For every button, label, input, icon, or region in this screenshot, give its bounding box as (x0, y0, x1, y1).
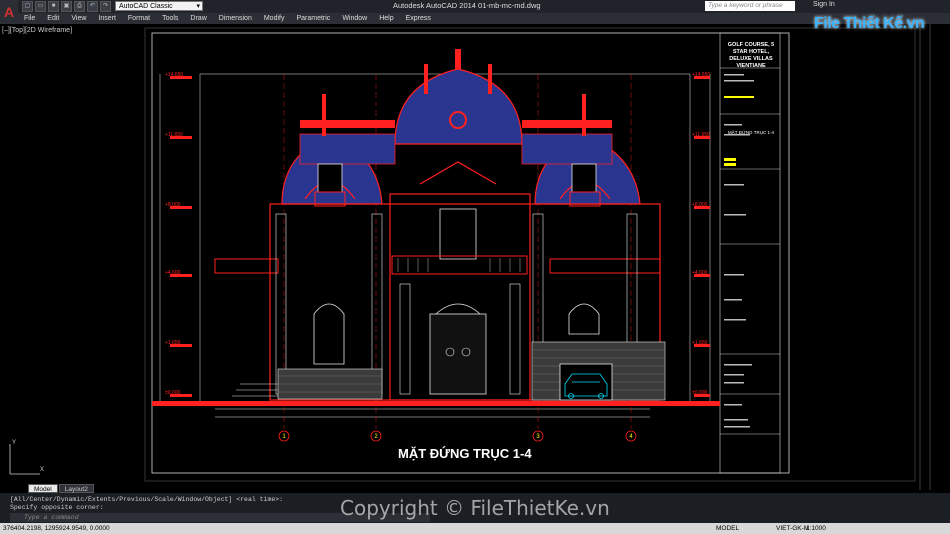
search-input[interactable]: Type a keyword or phrase (705, 1, 795, 11)
menu-view[interactable]: View (65, 13, 92, 24)
level-label: +11,650 (165, 132, 183, 138)
menu-modify[interactable]: Modify (258, 13, 291, 24)
drawing-title: MẶT ĐỨNG TRỤC 1-4 (398, 446, 532, 461)
axis-label: 1 (282, 434, 286, 440)
level-label: ±0,000 (692, 390, 708, 396)
status-bar: 376404.2198, 1295924.9549, 0.0000 MODEL … (0, 523, 950, 534)
level-label: +11,650 (692, 132, 710, 138)
workspace-dropdown[interactable]: AutoCAD Classic (115, 1, 203, 12)
command-history-line: [All/Center/Dynamic/Extents/Previous/Sca… (10, 496, 284, 503)
print-icon[interactable]: ⎙ (74, 1, 85, 12)
menu-format[interactable]: Format (122, 13, 156, 24)
level-label: +1,650 (692, 340, 708, 346)
watermark-logo: File Thiết Kế.vn (808, 13, 950, 43)
level-label: +14,650 (692, 72, 711, 78)
level-label: +4,600 (165, 270, 181, 276)
annotation-scale[interactable]: 1:1000 (806, 523, 826, 534)
title-block-project: GOLF COURSE, 5 STAR HOTEL, DELUXE VILLAS… (727, 42, 775, 69)
viewport-label[interactable]: [–][Top][2D Wireframe] (2, 27, 72, 34)
ucs-icon (9, 444, 40, 475)
level-label: +1,650 (165, 340, 181, 346)
coordinate-readout: 376404.2198, 1295924.9549, 0.0000 (3, 525, 110, 532)
axis-label: 3 (536, 434, 540, 440)
level-label: +8,000 (165, 202, 181, 208)
menu-dimension[interactable]: Dimension (213, 13, 258, 24)
menu-help[interactable]: Help (373, 13, 399, 24)
tab-model[interactable]: Model (28, 484, 58, 493)
workspace-status[interactable]: VIET-GK-M (776, 523, 809, 534)
title-block (719, 32, 781, 474)
level-labels-right: +14,650 +11,650 +8,000 +4,600 +1,650 ±0,… (692, 72, 720, 402)
svg-text:Y: Y (12, 440, 16, 446)
sign-in-button[interactable]: Sign In (813, 1, 835, 8)
level-label: ±0,000 (165, 390, 181, 396)
title-bar: ▢ ▭ ■ ▣ ⎙ ↶ ↷ AutoCAD Classic Autodesk A… (0, 0, 950, 13)
level-labels-left: +14,650 +11,650 +8,000 +4,600 +1,650 ±0,… (165, 72, 195, 402)
menu-file[interactable]: File (18, 13, 41, 24)
menu-edit[interactable]: Edit (41, 13, 65, 24)
ground-line (152, 401, 720, 406)
menu-insert[interactable]: Insert (92, 13, 122, 24)
drawing-canvas[interactable]: 1 2 3 4 Y X (0, 24, 950, 490)
menu-tools[interactable]: Tools (156, 13, 184, 24)
command-history-line: Specify opposite corner: (10, 504, 104, 511)
model-space-toggle[interactable]: MODEL (716, 523, 739, 534)
menu-draw[interactable]: Draw (184, 13, 212, 24)
save-icon[interactable]: ■ (48, 1, 59, 12)
axis-label: 2 (374, 434, 378, 440)
title-block-sheet: MẶT ĐỨNG TRỤC 1-4 (728, 130, 774, 135)
watermark-copyright: Copyright © FileThietKe.vn (340, 496, 610, 520)
layout-tabs: Model Layout2 (28, 484, 94, 493)
svg-text:X: X (40, 467, 44, 473)
menu-express[interactable]: Express (400, 13, 437, 24)
menu-parametric[interactable]: Parametric (290, 13, 336, 24)
central-dome (394, 68, 523, 145)
saveas-icon[interactable]: ▣ (61, 1, 72, 12)
level-label: +4,600 (692, 270, 708, 276)
app-title: Autodesk AutoCAD 2014 01-mb-mc-md.dwg (393, 1, 541, 10)
tab-layout2[interactable]: Layout2 (58, 484, 94, 493)
drawing-svg: 1 2 3 4 Y X (9, 24, 931, 490)
level-label: +8,000 (692, 202, 708, 208)
quick-access-toolbar: ▢ ▭ ■ ▣ ⎙ ↶ ↷ (22, 1, 111, 12)
redo-icon[interactable]: ↷ (100, 1, 111, 12)
axis-label: 4 (629, 434, 633, 440)
autocad-logo-icon[interactable]: A (0, 0, 18, 24)
watermark-logo-text: File Thiết Kế.vn (814, 15, 925, 32)
menu-window[interactable]: Window (336, 13, 373, 24)
undo-icon[interactable]: ↶ (87, 1, 98, 12)
level-label: +14,650 (165, 72, 184, 78)
open-icon[interactable]: ▭ (35, 1, 46, 12)
new-icon[interactable]: ▢ (22, 1, 33, 12)
